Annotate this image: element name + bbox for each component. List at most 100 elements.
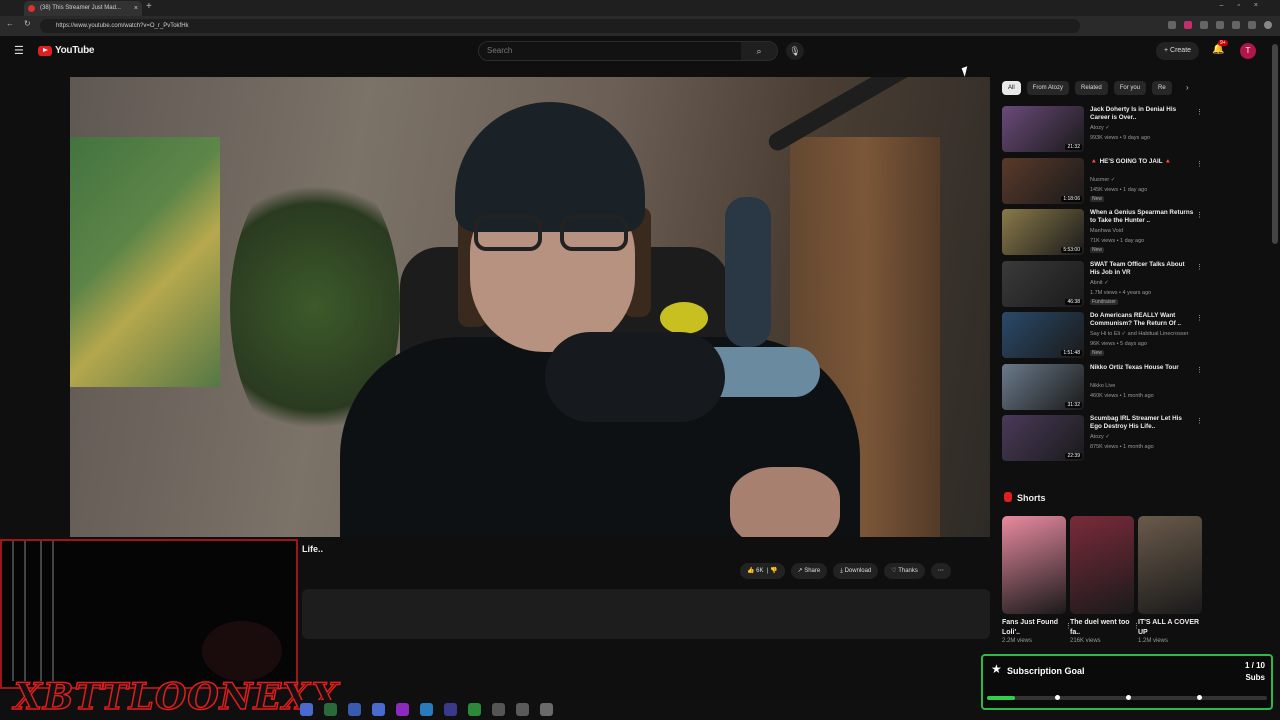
description-box[interactable] bbox=[302, 589, 990, 639]
close-tab-icon[interactable]: × bbox=[134, 1, 138, 16]
recommendation-item[interactable]: 46:38 SWAT Team Officer Talks About His J… bbox=[1002, 260, 1203, 309]
download-button[interactable]: ⤓ Download bbox=[833, 563, 879, 579]
more-options-icon[interactable]: ⋮ bbox=[1196, 108, 1203, 116]
recommendation-title[interactable]: SWAT Team Officer Talks About His Job in… bbox=[1090, 261, 1194, 277]
video-actions: 👍 6K | 👎 ↗ Share ⤓ Download ♡ Thanks ⋯ bbox=[740, 563, 951, 579]
recommendation-item[interactable]: 1:18:06 🔺 HE'S GOING TO JAIL 🔺 Nusmer ✓ 145… bbox=[1002, 157, 1203, 206]
browser-tab[interactable]: (38) This Streamer Just Mad... × bbox=[24, 1, 142, 16]
short-views: 216K views bbox=[1070, 638, 1101, 644]
search-icon[interactable]: ⌕ bbox=[741, 42, 777, 60]
badge: Fundraiser bbox=[1090, 298, 1118, 305]
video-player[interactable] bbox=[70, 77, 990, 537]
more-options-icon[interactable]: ⋮ bbox=[1196, 211, 1203, 219]
reload-icon[interactable]: ↻ bbox=[24, 19, 31, 28]
scrollbar[interactable] bbox=[1272, 44, 1278, 244]
recommendation-title[interactable]: Scumbag IRL Streamer Let His Ego Destroy… bbox=[1090, 415, 1194, 431]
video-thumbnail[interactable]: 46:38 bbox=[1002, 260, 1084, 307]
more-options-icon[interactable]: ⋮ bbox=[1196, 417, 1203, 425]
chip-related[interactable]: Related bbox=[1075, 81, 1108, 95]
like-button[interactable]: 👍 6K | 👎 bbox=[740, 563, 785, 579]
chip-for-you[interactable]: For you bbox=[1113, 81, 1147, 95]
search-input[interactable]: Search bbox=[487, 46, 512, 55]
video-thumbnail[interactable]: 1:51:48 bbox=[1002, 312, 1084, 358]
video-thumbnail[interactable]: 22:39 bbox=[1002, 415, 1084, 461]
avatar[interactable]: T bbox=[1240, 43, 1256, 59]
menu-icon[interactable]: ☰ bbox=[14, 44, 24, 57]
channel-name[interactable]: Manhwa Void bbox=[1090, 228, 1123, 234]
short-thumbnail[interactable] bbox=[1002, 516, 1066, 614]
url-field[interactable]: https://www.youtube.com/watch?v=O_r_PvTo… bbox=[40, 19, 1080, 33]
short-thumbnail[interactable] bbox=[1138, 516, 1202, 614]
recommendation-item[interactable]: 31:32 Nikko Ortiz Texas House Tour Nikko L… bbox=[1002, 363, 1203, 412]
recommendation-item[interactable]: 5:53:00 When a Genius Spearman Returns to… bbox=[1002, 209, 1203, 257]
create-button[interactable]: + Create bbox=[1156, 42, 1200, 60]
video-frame-glasses bbox=[468, 215, 638, 255]
channel-name[interactable]: Atozy ✓ bbox=[1090, 125, 1110, 131]
webcam-overlay bbox=[0, 539, 298, 689]
chip-recent[interactable]: Re bbox=[1152, 81, 1172, 95]
short-item[interactable]: The duel went too fa.. 216K views ⋮ bbox=[1070, 516, 1140, 644]
thanks-label: Thanks bbox=[898, 568, 918, 574]
channel-name[interactable]: Nusmer ✓ bbox=[1090, 177, 1115, 183]
youtube-logo[interactable]: YouTube bbox=[38, 45, 95, 56]
goal-progress-track bbox=[987, 695, 1267, 700]
channel-name[interactable]: Atozy ✓ bbox=[1090, 434, 1110, 440]
thanks-button[interactable]: ♡ Thanks bbox=[884, 563, 925, 579]
channel-name[interactable]: Nikko Live bbox=[1090, 383, 1115, 389]
window-controls[interactable]: –▫× bbox=[1220, 2, 1272, 9]
goal-milestone-marker bbox=[1126, 695, 1131, 700]
short-item[interactable]: Fans Just Found Loli'.. 2.2M views ⋮ bbox=[1002, 516, 1072, 644]
star-icon: ★ bbox=[991, 662, 1002, 676]
notifications-icon[interactable]: 🔔 9+ bbox=[1212, 40, 1228, 55]
video-frame-hand bbox=[730, 467, 840, 537]
video-title: Life.. bbox=[302, 544, 324, 554]
more-options-icon[interactable]: ⋮ bbox=[1196, 263, 1203, 271]
more-options-icon[interactable]: ⋮ bbox=[1196, 366, 1203, 374]
recommendation-item[interactable]: 22:39 Scumbag IRL Streamer Let His Ego De… bbox=[1002, 415, 1203, 463]
recommendation-title[interactable]: Jack Doherty Is in Denial His Career is … bbox=[1090, 106, 1194, 122]
subscription-goal-widget: ★ Subscription Goal 1 / 10 Subs bbox=[981, 654, 1273, 710]
video-duration: 22:39 bbox=[1065, 453, 1082, 459]
browser-tab-bar: (38) This Streamer Just Mad... × + –▫× bbox=[0, 0, 1280, 16]
youtube-favicon-icon bbox=[28, 5, 35, 12]
goal-milestone-marker bbox=[1055, 695, 1060, 700]
extension-icons[interactable] bbox=[1168, 21, 1272, 29]
search-box[interactable]: Search ⌕ bbox=[478, 41, 778, 61]
back-icon[interactable]: ← bbox=[6, 19, 14, 28]
more-options-icon[interactable]: ⋮ bbox=[1196, 160, 1203, 168]
new-tab-icon[interactable]: + bbox=[146, 1, 152, 12]
chevron-right-icon[interactable]: › bbox=[1186, 83, 1189, 92]
goal-title: Subscription Goal bbox=[1007, 666, 1085, 676]
filter-chips: All From Atozy Related For you Re bbox=[1002, 81, 1172, 95]
recommendation-title[interactable]: 🔺 HE'S GOING TO JAIL 🔺 bbox=[1090, 158, 1194, 166]
recommendation-item[interactable]: 21:32 Jack Doherty Is in Denial His Caree… bbox=[1002, 106, 1203, 154]
video-frame-mic-foam bbox=[545, 332, 725, 422]
recommendation-item[interactable]: 1:51:48 Do Americans REALLY Want Communis… bbox=[1002, 312, 1203, 360]
recommendation-title[interactable]: Nikko Ortiz Texas House Tour bbox=[1090, 364, 1194, 372]
video-thumbnail[interactable]: 31:32 bbox=[1002, 363, 1084, 410]
shorts-heading-label: Shorts bbox=[1017, 493, 1046, 503]
youtube-header: ☰ YouTube Search ⌕ 🎙 + Create 🔔 9+ T bbox=[0, 36, 1280, 66]
short-item[interactable]: IT'S ALL A COVER UP 1.2M views bbox=[1138, 516, 1202, 644]
video-duration: 31:32 bbox=[1065, 401, 1082, 408]
voice-search-icon[interactable]: 🎙 bbox=[786, 42, 804, 60]
share-button[interactable]: ↗ Share bbox=[790, 563, 828, 579]
video-duration: 1:51:48 bbox=[1061, 350, 1082, 356]
channel-name[interactable]: Say Hi to Eli ✓ and Habitual Linecrosser bbox=[1090, 331, 1188, 337]
chip-from-atozy[interactable]: From Atozy bbox=[1026, 81, 1070, 95]
video-thumbnail[interactable]: 5:53:00 bbox=[1002, 209, 1084, 255]
video-meta: 96K views • 5 days ago bbox=[1090, 341, 1147, 347]
more-actions-icon[interactable]: ⋯ bbox=[930, 563, 951, 579]
short-thumbnail[interactable] bbox=[1070, 516, 1134, 614]
badge: New bbox=[1090, 350, 1105, 356]
video-duration: 21:32 bbox=[1065, 144, 1082, 150]
more-options-icon[interactable]: ⋮ bbox=[1196, 314, 1203, 322]
recommendation-title[interactable]: When a Genius Spearman Returns to Take t… bbox=[1090, 209, 1194, 225]
video-thumbnail[interactable]: 21:32 bbox=[1002, 106, 1084, 152]
taskbar-icons[interactable] bbox=[300, 703, 553, 716]
streamer-name-logo: XBTTLOONEXX bbox=[13, 675, 340, 719]
recommendation-title[interactable]: Do Americans REALLY Want Communism? The … bbox=[1090, 312, 1194, 328]
chip-all[interactable]: All bbox=[1002, 81, 1021, 95]
channel-name[interactable]: Abnit ✓ bbox=[1090, 280, 1109, 286]
video-thumbnail[interactable]: 1:18:06 bbox=[1002, 157, 1084, 204]
